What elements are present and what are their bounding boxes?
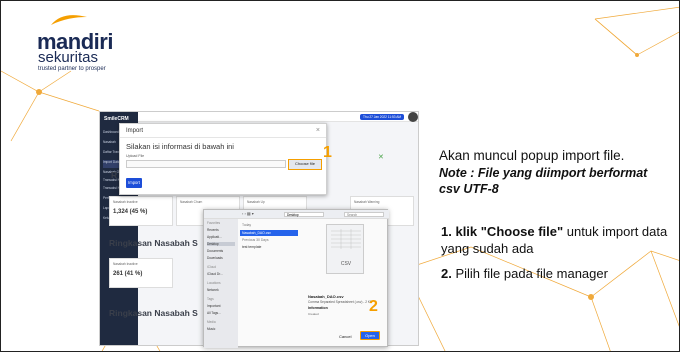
instruction-intro: Akan muncul popup import file. — [439, 148, 625, 163]
file-preview: CSV — [306, 224, 381, 284]
spreadsheet-grid-icon — [331, 229, 361, 249]
list-header: Today — [242, 223, 252, 227]
step-1-marker: 1 — [323, 144, 332, 161]
sidebar-item-all-tags[interactable]: All Tags... — [207, 311, 221, 315]
list-subheader: Previous 30 Days — [242, 238, 269, 242]
sidebar-section-locations: Locations — [207, 281, 221, 285]
open-button[interactable]: Open — [360, 331, 380, 340]
sidebar-section-favorites: Favorites — [207, 221, 221, 225]
instruction-step-2: 2. Pilih file pada file manager — [441, 265, 671, 282]
sidebar-item-applications[interactable]: Applicati... — [207, 235, 222, 239]
sidebar-item-network[interactable]: Network — [207, 288, 219, 292]
file-manager-toolbar: ‹ › ▦ ▾ Desktop Search — [204, 210, 389, 219]
sidebar-section-media: Media — [207, 320, 216, 324]
section-heading: R — [111, 170, 118, 180]
location-select[interactable]: Desktop — [284, 212, 324, 217]
stat-card: Nasabah Inactive 1,324 (45 %) — [109, 196, 173, 226]
instruction-note: Note : File yang diimport berformat csv … — [439, 166, 648, 196]
sidebar-item-important[interactable]: Important — [207, 304, 220, 308]
step-text: Pilih file pada file manager — [455, 266, 608, 281]
import-button[interactable]: Import — [126, 178, 142, 188]
avatar[interactable] — [408, 112, 418, 122]
stat-card-label: Nasabah Inactive — [113, 200, 138, 204]
logo-tagline: trusted partner to prosper — [38, 66, 106, 72]
preview-file-name: Nasabah_DAO.csv — [308, 294, 344, 299]
section-heading: Ringkasan Nasabah S — [109, 308, 198, 318]
step-number: 2. — [441, 266, 452, 281]
sidebar-item-music[interactable]: Music — [207, 327, 215, 331]
file-item-nasabah-dao[interactable]: Nasabah_DAO.csv — [240, 230, 298, 236]
sidebar-item-desktop[interactable]: Desktop — [207, 242, 235, 246]
sidebar-section-tags: Tags — [207, 297, 214, 301]
stat-card-label: Nasabah Warning — [354, 200, 380, 204]
upload-file-field[interactable] — [126, 160, 286, 168]
app-topbar: Thu 27 Jan 2022 11:53 AM — [138, 112, 418, 122]
preview-created-label: Created — [308, 312, 319, 316]
sidebar-item-downloads[interactable]: Downloads — [207, 256, 223, 260]
step-number: 1. — [441, 224, 452, 239]
upload-file-label: Upload File — [126, 154, 145, 158]
sidebar-item-documents[interactable]: Documents — [207, 249, 223, 253]
logo-sub-text: sekuritas — [38, 49, 99, 66]
stat-card-label: Nasabah Up — [247, 200, 265, 204]
step-2-marker: 2 — [369, 298, 378, 315]
divider — [120, 137, 326, 138]
nav-arrows-icon[interactable]: ‹ › ▦ ▾ — [242, 211, 254, 216]
file-manager-sidebar: Favorites Recents Applicati... Desktop D… — [204, 219, 238, 348]
stat-card: Nasabah Inactive 261 (41 %) — [109, 258, 173, 288]
file-item-test-template[interactable]: test template — [240, 244, 298, 250]
preview-info-label: Information — [308, 306, 328, 310]
stat-card-label: Nasabah Churn — [180, 200, 203, 204]
search-input[interactable]: Search — [344, 212, 384, 217]
modal-heading: Silakan isi informasi di bawah ini — [126, 142, 234, 151]
sidebar-section-icloud: iCloud — [207, 265, 217, 269]
csv-document-icon: CSV — [326, 224, 364, 274]
sidebar-item-icloud-drive[interactable]: iCloud Dr... — [207, 272, 223, 276]
slide: mandiri sekuritas trusted partner to pro… — [0, 0, 680, 352]
step-emphasis: "Choose file" — [480, 224, 564, 239]
import-modal: Import × Silakan isi informasi di bawah … — [119, 123, 327, 195]
step-text: klik — [455, 224, 481, 239]
stat-card-value: 1,324 (45 %) — [113, 209, 148, 215]
wave-logo-icon — [51, 15, 87, 25]
stat-card-label: Nasabah Inactive — [113, 262, 138, 266]
date-badge: Thu 27 Jan 2022 11:53 AM — [360, 114, 404, 120]
file-manager-dialog: ‹ › ▦ ▾ Desktop Search Favorites Recents… — [203, 209, 389, 348]
instruction-steps: 1. klik "Choose file" untuk import data … — [441, 223, 671, 282]
cancel-button[interactable]: Cancel — [339, 334, 351, 339]
close-icon[interactable]: × — [316, 127, 320, 134]
choose-file-button[interactable]: Choose file — [288, 159, 322, 170]
stat-card-value: 261 (41 %) — [113, 271, 143, 277]
instruction-step-1: 1. klik "Choose file" untuk import data … — [441, 223, 671, 257]
mandiri-sekuritas-logo: mandiri sekuritas trusted partner to pro… — [19, 13, 149, 73]
app-logo: SmileCRM — [104, 116, 129, 122]
sidebar-item-recents[interactable]: Recents — [207, 228, 219, 232]
preview-extension: CSV — [340, 261, 352, 267]
preview-file-desc: Comma Separated Spreadsheet (.csv) - 2 K… — [308, 300, 373, 304]
close-icon[interactable]: ✕ — [378, 153, 384, 161]
section-heading: Ringkasan Nasabah S — [109, 238, 198, 248]
modal-title: Import — [126, 128, 144, 134]
